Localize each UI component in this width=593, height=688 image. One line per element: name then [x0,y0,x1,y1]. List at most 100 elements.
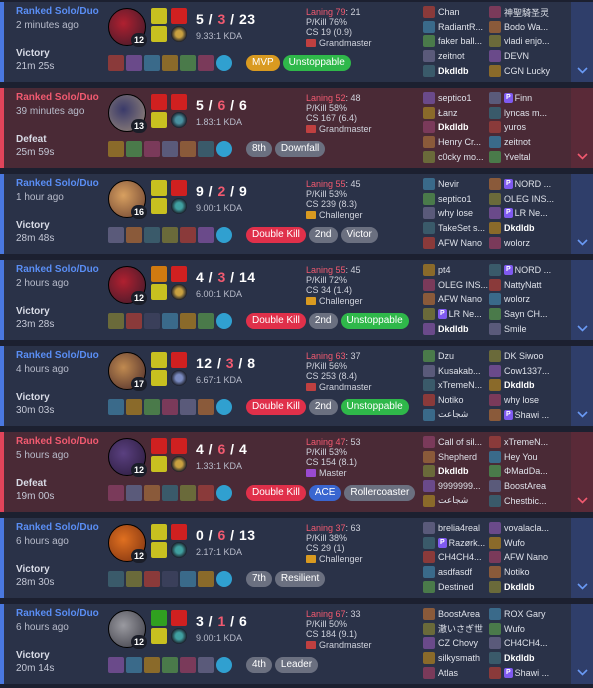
item-icon[interactable] [180,657,196,673]
team-player[interactable]: Wufo [489,536,557,551]
player-name[interactable]: c0cky mo... [438,152,484,162]
player-name[interactable]: ROX Gary [504,609,546,619]
summoner-spell-icon[interactable] [151,198,167,214]
team-player[interactable]: Dkdldb [489,221,557,236]
summoner-spell-icon[interactable] [151,438,167,454]
team-player[interactable]: zeitnot [423,49,491,64]
summoner-spell-icon[interactable] [151,180,167,196]
team-player[interactable]: AFW Nano [489,550,557,565]
item-icon[interactable] [180,227,196,243]
item-icon[interactable] [198,657,214,673]
player-name[interactable]: شجاعت [438,495,468,506]
item-icon[interactable] [216,313,232,329]
item-icon[interactable] [162,657,178,673]
player-name[interactable]: Łanz [438,108,458,118]
item-icon[interactable] [180,485,196,501]
summoner-spell-icon[interactable] [151,266,167,282]
summoner-spell-icon[interactable] [151,112,167,128]
team-player[interactable]: P NORD ... [489,177,557,192]
player-name[interactable]: pt4 [438,265,451,275]
team-player[interactable]: P NORD ... [489,263,557,278]
player-name[interactable]: NattyNatt [504,280,542,290]
team-player[interactable]: 9999999... [423,479,491,494]
player-name[interactable]: NORD ... [515,265,552,275]
team-player[interactable]: xTremeN... [423,378,491,393]
team-player[interactable]: why lose [423,206,491,221]
item-icon[interactable] [180,141,196,157]
team-player[interactable]: pt4 [423,263,491,278]
team-player[interactable]: CH4CH4... [423,550,491,565]
player-name[interactable]: Wufo [504,538,525,548]
match-card[interactable]: Ranked Solo/Duo 2 minutes ago Victory 21m 2… [0,2,593,82]
player-name[interactable]: DEVN [504,51,529,61]
player-name[interactable]: DK Siwoo [504,351,544,361]
player-name[interactable]: why lose [438,208,473,218]
team-player[interactable]: Wufo [489,622,557,637]
item-icon[interactable] [198,141,214,157]
team-player[interactable]: c0cky mo... [423,149,491,164]
player-name[interactable]: zeitnot [504,137,531,147]
expand-button[interactable] [571,604,593,684]
player-name[interactable]: Dkdldb [504,223,535,233]
item-icon[interactable] [198,571,214,587]
team-player[interactable]: 神聖騎圣灵 [489,5,557,20]
player-name[interactable]: Dkdldb [504,380,535,390]
team-player[interactable]: Hey You [489,450,557,465]
rune-icon[interactable] [171,26,187,42]
player-name[interactable]: vovalacla... [504,523,549,533]
item-icon[interactable] [126,399,142,415]
team-player[interactable]: Nevir [423,177,491,192]
team-player[interactable]: CZ Chovy [423,636,491,651]
team-player[interactable]: vladi enjo... [489,34,557,49]
player-name[interactable]: Dzu [438,351,454,361]
player-name[interactable]: RadiantR... [438,22,483,32]
team-player[interactable]: AFW Nano [423,235,491,250]
team-player[interactable]: Dkdldb [489,378,557,393]
summoner-spell-icon[interactable] [151,456,167,472]
item-icon[interactable] [180,313,196,329]
player-name[interactable]: AFW Nano [438,294,482,304]
player-name[interactable]: Shepherd [438,452,477,462]
item-icon[interactable] [162,399,178,415]
team-player[interactable]: silkysmath [423,651,491,666]
rune-icon[interactable] [171,628,187,644]
player-name[interactable]: septico1 [438,93,472,103]
team-player[interactable]: wolorz [489,292,557,307]
team-player[interactable]: BoostArea [423,607,491,622]
player-name[interactable]: ΦMadDa... [504,466,548,476]
player-name[interactable]: AFW Nano [504,552,548,562]
player-name[interactable]: zeitnot [438,51,465,61]
player-name[interactable]: Bodo Wa... [504,22,548,32]
item-icon[interactable] [144,141,160,157]
player-name[interactable]: Chan [438,7,460,17]
summoner-spell-icon[interactable] [171,352,187,368]
player-name[interactable]: Dkdldb [438,122,469,132]
summoner-spell-icon[interactable] [171,524,187,540]
player-name[interactable]: why lose [504,395,539,405]
team-player[interactable]: P Shawi ... [489,407,557,422]
item-icon[interactable] [108,399,124,415]
item-icon[interactable] [198,313,214,329]
item-icon[interactable] [144,399,160,415]
team-player[interactable]: septico1 [423,91,491,106]
team-player[interactable]: P LR Ne... [489,206,557,221]
item-icon[interactable] [216,399,232,415]
item-icon[interactable] [108,571,124,587]
item-icon[interactable] [126,313,142,329]
player-name[interactable]: Dkdldb [438,324,469,334]
summoner-spell-icon[interactable] [151,628,167,644]
item-icon[interactable] [216,55,232,71]
player-name[interactable]: faker ball... [438,36,482,46]
team-player[interactable]: Dkdldb [423,120,491,135]
player-name[interactable]: Chestbic... [504,496,547,506]
player-name[interactable]: xTremeN... [504,437,548,447]
player-name[interactable]: BoostArea [504,481,546,491]
team-player[interactable]: Sayn CH... [489,307,557,322]
player-name[interactable]: Wufo [504,624,525,634]
player-name[interactable]: yuros [504,122,526,132]
match-card[interactable]: Ranked Solo/Duo 6 hours ago Victory 28m 30s… [0,518,593,598]
team-player[interactable]: vovalacla... [489,521,557,536]
rune-icon[interactable] [171,370,187,386]
item-icon[interactable] [126,657,142,673]
item-icon[interactable] [162,227,178,243]
